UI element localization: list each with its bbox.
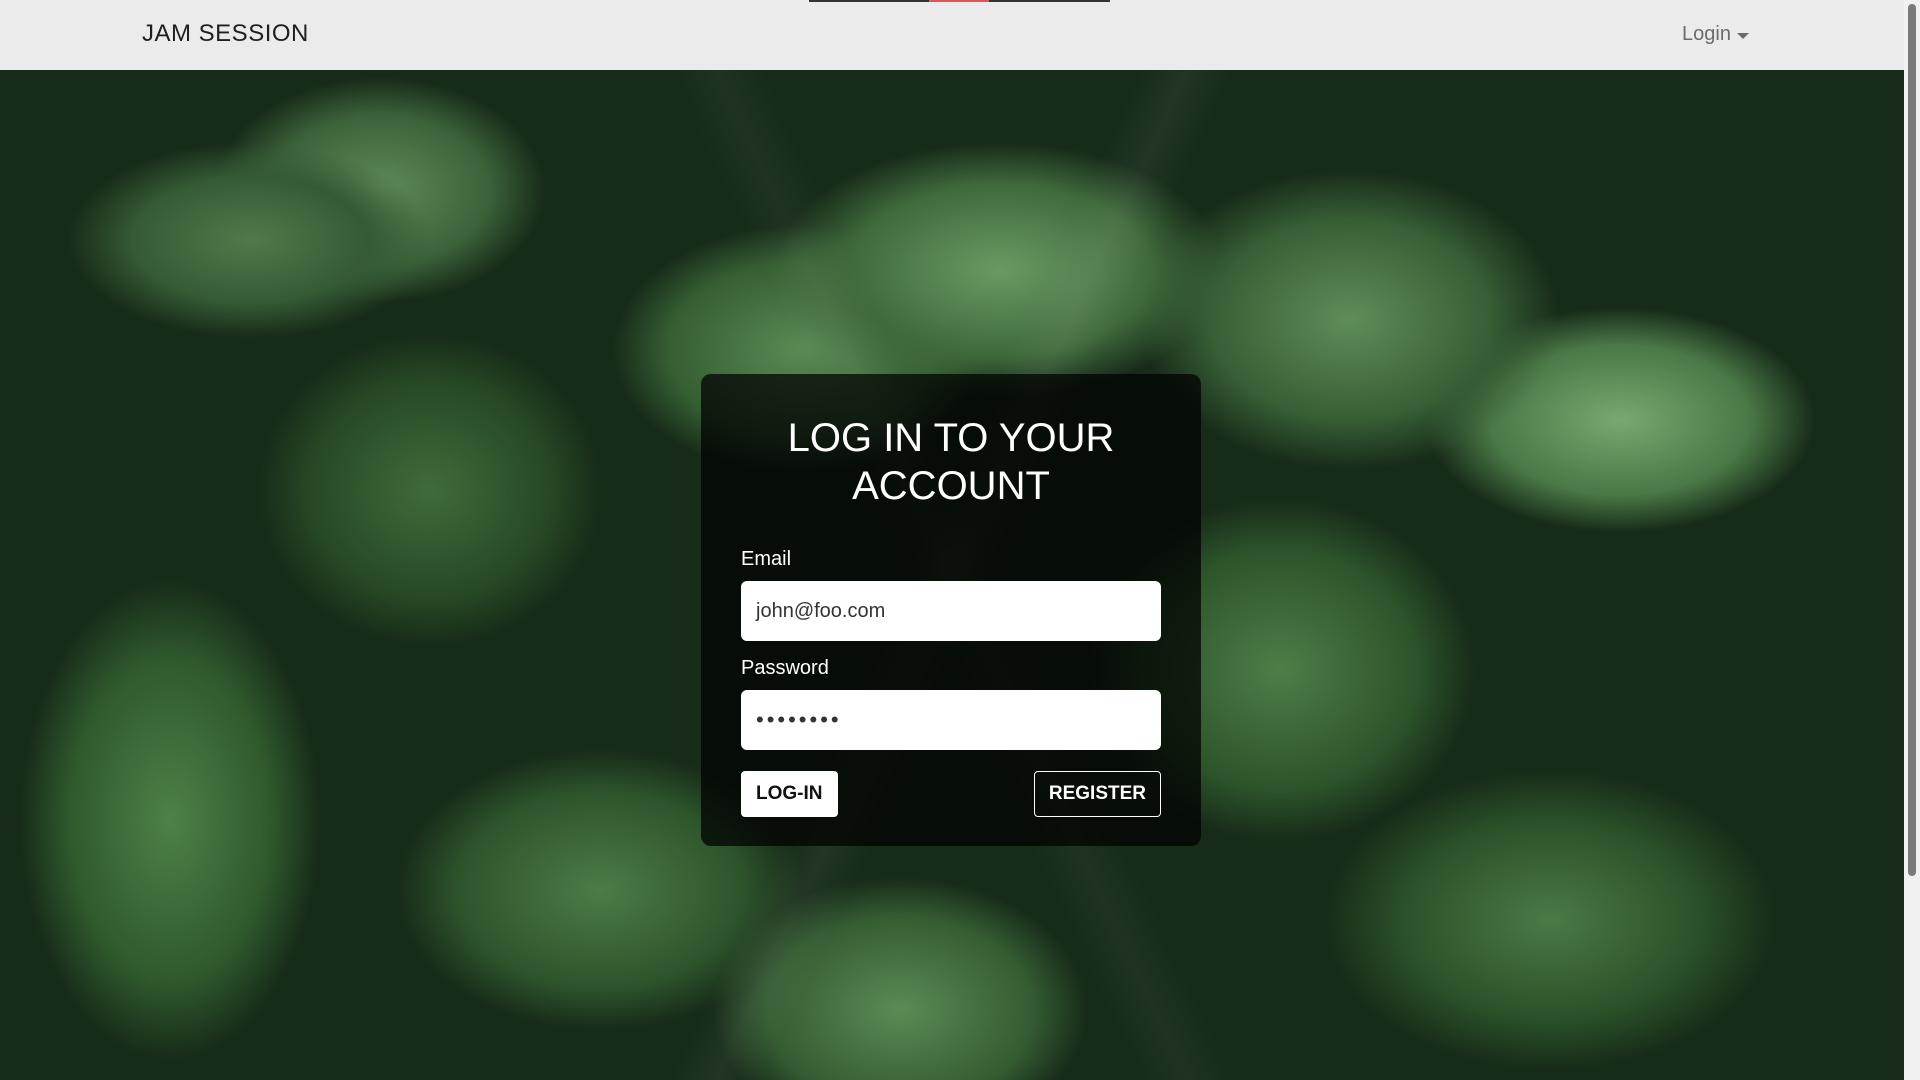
button-row: LOG-IN REGISTER bbox=[741, 771, 1161, 817]
brand-logo-text[interactable]: JAM SESSION bbox=[142, 20, 309, 48]
password-label: Password bbox=[741, 657, 829, 679]
login-dropdown-label: Login bbox=[1682, 23, 1731, 45]
email-field[interactable]: john@foo.com bbox=[741, 581, 1161, 641]
page: JAM SESSION Login LOG IN TO YOUR ACCOUNT… bbox=[0, 0, 1920, 1080]
register-button[interactable]: REGISTER bbox=[1033, 771, 1161, 817]
chevron-down-icon bbox=[1736, 32, 1749, 39]
password-value: •••••••• bbox=[756, 707, 842, 732]
login-title: LOG IN TO YOUR ACCOUNT bbox=[787, 416, 1115, 508]
login-dropdown[interactable]: Login bbox=[1682, 23, 1749, 46]
top-navbar: JAM SESSION Login bbox=[0, 0, 1904, 70]
scrollbar-thumb[interactable] bbox=[1908, 4, 1916, 876]
email-label: Email bbox=[741, 548, 792, 570]
login-card: LOG IN TO YOUR ACCOUNT Email john@foo.co… bbox=[701, 374, 1201, 846]
top-loading-indicator-accent bbox=[929, 0, 989, 2]
email-value: john@foo.com bbox=[756, 599, 886, 622]
login-button[interactable]: LOG-IN bbox=[741, 771, 838, 817]
vertical-scrollbar[interactable] bbox=[1904, 0, 1920, 1080]
password-field[interactable]: •••••••• bbox=[741, 690, 1161, 750]
